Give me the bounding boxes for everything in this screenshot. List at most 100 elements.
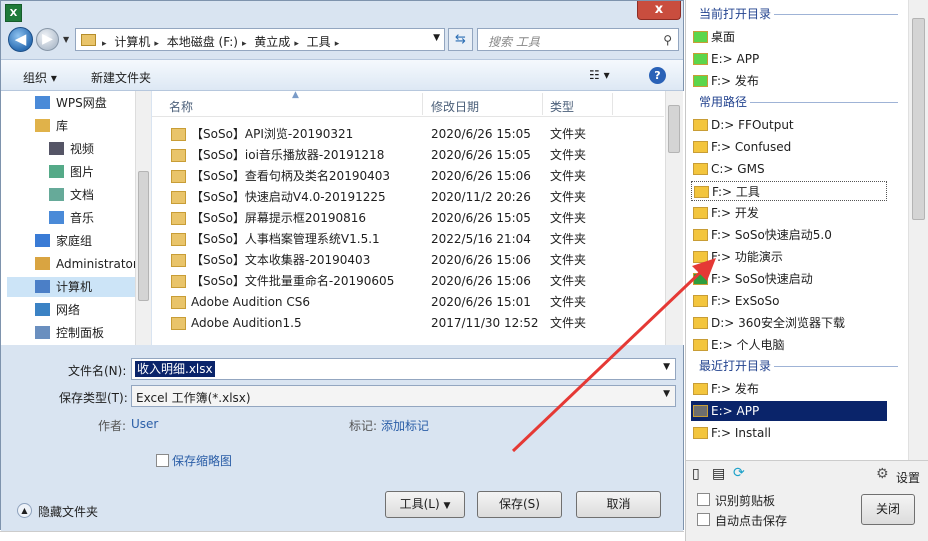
tags-value[interactable]: 添加标记: [381, 417, 429, 434]
filename-field[interactable]: 收入明细.xlsx ▼: [131, 358, 676, 380]
path-item[interactable]: F:> 功能演示: [691, 247, 887, 267]
refresh-icon[interactable]: ⟳: [733, 465, 745, 481]
settings-label[interactable]: 设置: [896, 469, 920, 486]
gear-icon[interactable]: ⚙: [876, 466, 889, 482]
file-row[interactable]: 【SoSo】文件批量重命名-20190605 2020/6/26 15:06 文件夹: [152, 271, 664, 292]
path-item[interactable]: D:> FFOutput: [691, 115, 887, 135]
path-item[interactable]: 桌面: [691, 27, 887, 47]
column-type[interactable]: 类型: [550, 98, 574, 115]
path-item[interactable]: E:> APP: [691, 49, 887, 69]
nav-item[interactable]: 音乐: [49, 208, 94, 228]
clipboard-label[interactable]: 识别剪贴板: [715, 492, 775, 509]
search-input[interactable]: 搜索 工具 ⚲: [477, 28, 679, 51]
forward-button[interactable]: ▶: [36, 28, 59, 51]
filename-label: 文件名(N):: [68, 364, 127, 378]
column-date[interactable]: 修改日期: [431, 98, 479, 115]
nav-item[interactable]: 家庭组: [35, 231, 92, 251]
path-item[interactable]: F:> 发布: [691, 71, 887, 91]
autosave-checkbox[interactable]: [697, 513, 710, 526]
path-item[interactable]: F:> Install: [691, 423, 887, 443]
column-name[interactable]: 名称: [169, 98, 193, 115]
path-label: 桌面: [711, 30, 736, 44]
path-label: D:> FFOutput: [711, 118, 794, 132]
file-row[interactable]: Adobe Audition1.5 2017/11/30 12:52 文件夹: [152, 313, 664, 334]
folder-icon: [171, 296, 186, 309]
path-item[interactable]: F:> 工具: [691, 181, 887, 201]
author-value[interactable]: User: [131, 417, 158, 431]
nav-item[interactable]: 网络: [35, 300, 80, 320]
clipboard-checkbox[interactable]: [697, 493, 710, 506]
file-scroll-thumb[interactable]: [668, 105, 680, 153]
path-item[interactable]: E:> 个人电脑: [691, 335, 887, 355]
save-thumbnail-checkbox[interactable]: [156, 454, 169, 467]
file-list: 名称 ▲ 修改日期 类型 【SoSo】API浏览-20190321 2020/6/…: [152, 91, 684, 345]
folder-icon: [693, 251, 708, 263]
folder-icon: [693, 405, 708, 417]
chevron-down-icon[interactable]: ▼: [663, 389, 670, 399]
nav-item[interactable]: Administrator: [35, 254, 138, 274]
nav-item[interactable]: 库: [35, 116, 68, 136]
path-item[interactable]: D:> 360安全浏览器下载: [691, 313, 887, 333]
panel-scroll-thumb[interactable]: [912, 18, 925, 220]
nav-item[interactable]: 计算机: [7, 277, 147, 297]
close-panel-button[interactable]: 关闭: [861, 494, 915, 525]
copy-icon[interactable]: ▯: [692, 466, 700, 482]
path-item[interactable]: F:> SoSo快速启动: [691, 269, 887, 289]
breadcrumb-item[interactable]: 计算机: [114, 35, 150, 49]
hide-folders-button[interactable]: 隐藏文件夹: [38, 503, 98, 520]
organize-menu[interactable]: 组织 ▾: [23, 69, 57, 86]
address-bar[interactable]: ▸ 计算机 ▸ 本地磁盘 (F:) ▸ 黄立成 ▸ 工具 ▸ ▼: [75, 28, 445, 51]
autosave-label[interactable]: 自动点击保存: [715, 512, 787, 529]
file-row[interactable]: 【SoSo】屏幕提示框20190816 2020/6/26 15:05 文件夹: [152, 208, 664, 229]
path-item[interactable]: C:> GMS: [691, 159, 887, 179]
history-dropdown-icon[interactable]: ▼: [63, 35, 69, 44]
folder-icon: [693, 295, 708, 307]
nav-item[interactable]: WPS网盘: [35, 93, 107, 113]
paste-icon[interactable]: ▤: [712, 466, 725, 482]
nav-item[interactable]: 文档: [49, 185, 94, 205]
nav-item[interactable]: 图片: [49, 162, 94, 182]
refresh-icon[interactable]: ⇆: [448, 28, 473, 51]
path-item[interactable]: E:> APP: [691, 401, 887, 421]
file-row[interactable]: 【SoSo】文本收集器-20190403 2020/6/26 15:06 文件夹: [152, 250, 664, 271]
file-row[interactable]: 【SoSo】快速启动V4.0-20191225 2020/11/2 20:26 文件…: [152, 187, 664, 208]
file-row[interactable]: Adobe Audition CS6 2020/6/26 15:01 文件夹: [152, 292, 664, 313]
address-dropdown-icon[interactable]: ▼: [433, 33, 440, 43]
back-button[interactable]: ◀: [8, 27, 33, 52]
chevron-down-icon[interactable]: ▼: [663, 362, 670, 372]
filename-value[interactable]: 收入明细.xlsx: [135, 361, 215, 377]
path-item[interactable]: F:> 发布: [691, 379, 887, 399]
file-name: Adobe Audition1.5: [191, 316, 302, 330]
save-button[interactable]: 保存(S): [477, 491, 562, 518]
tools-button[interactable]: 工具(L) ▼: [385, 491, 465, 518]
file-row[interactable]: 【SoSo】查看句柄及类名20190403 2020/6/26 15:06 文件夹: [152, 166, 664, 187]
file-row[interactable]: 【SoSo】ioi音乐播放器-20191218 2020/6/26 15:05 文件…: [152, 145, 664, 166]
command-bar: 组织 ▾ 新建文件夹 ☷ ▾ ?: [1, 59, 683, 91]
path-item[interactable]: F:> Confused: [691, 137, 887, 157]
nav-scrollbar[interactable]: [135, 91, 151, 345]
panel-scrollbar[interactable]: [908, 0, 928, 460]
nav-scroll-thumb[interactable]: [138, 171, 149, 301]
breadcrumb-item[interactable]: 本地磁盘 (F:): [167, 35, 238, 49]
nav-item[interactable]: 视频: [49, 139, 94, 159]
path-item[interactable]: F:> SoSo快速启动5.0: [691, 225, 887, 245]
file-scrollbar[interactable]: [665, 91, 683, 345]
folder-icon: [171, 317, 186, 330]
column-header: 名称 ▲ 修改日期 类型: [152, 91, 664, 117]
nav-item[interactable]: 控制面板: [35, 323, 104, 343]
path-item[interactable]: F:> ExSoSo: [691, 291, 887, 311]
savetype-select[interactable]: Excel 工作簿(*.xlsx) ▼: [131, 385, 676, 407]
save-thumbnail-label[interactable]: 保存缩略图: [172, 452, 232, 469]
close-button[interactable]: x: [637, 1, 681, 20]
folder-icon: [693, 317, 708, 329]
view-options-icon[interactable]: ☷ ▾: [589, 68, 610, 82]
new-folder-button[interactable]: 新建文件夹: [91, 69, 151, 86]
help-icon[interactable]: ?: [649, 67, 666, 84]
breadcrumb-item[interactable]: 工具: [307, 35, 331, 49]
chevron-up-icon[interactable]: ▲: [17, 503, 32, 518]
file-row[interactable]: 【SoSo】人事档案管理系统V1.5.1 2022/5/16 21:04 文件夹: [152, 229, 664, 250]
cancel-button[interactable]: 取消: [576, 491, 661, 518]
file-row[interactable]: 【SoSo】API浏览-20190321 2020/6/26 15:05 文件夹: [152, 124, 664, 145]
breadcrumb-item[interactable]: 黄立成: [254, 35, 290, 49]
path-item[interactable]: F:> 开发: [691, 203, 887, 223]
